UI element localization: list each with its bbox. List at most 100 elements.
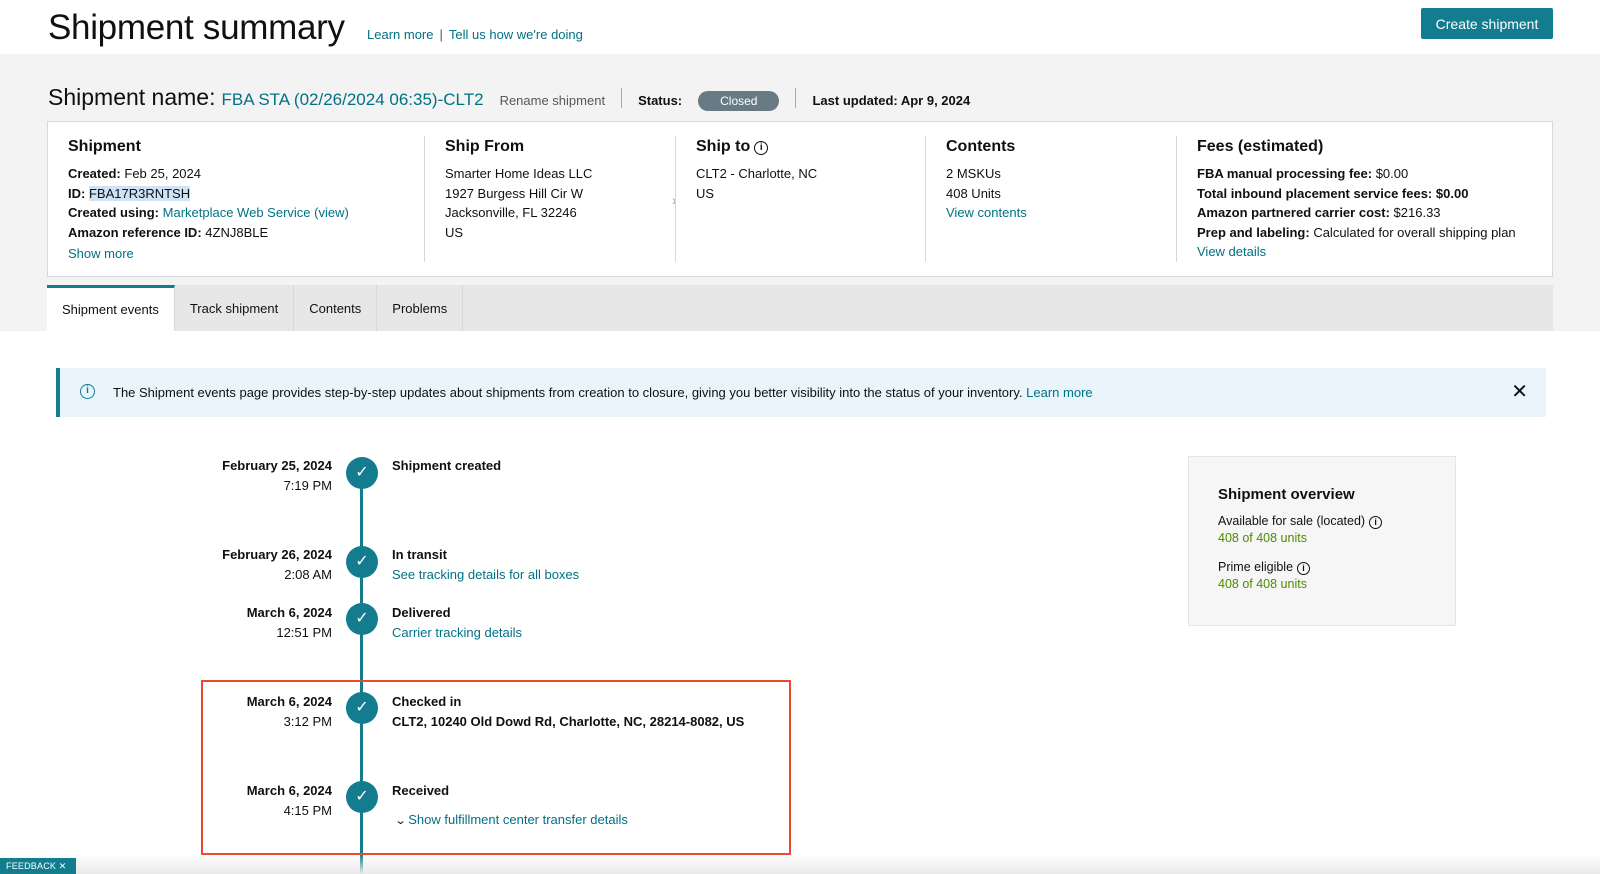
carrier-cost-label: Amazon partnered carrier cost: [1197, 205, 1390, 220]
ship-from-line: 1927 Burgess Hill Cir W [445, 185, 583, 201]
alert-learn-more-link[interactable]: Learn more [1026, 385, 1092, 400]
divider [621, 87, 623, 108]
ship-to-line: CLT2 - Charlotte, NC [696, 166, 818, 181]
ship-from-column: Ship From Smarter Home Ideas LLC 1927 Bu… [445, 138, 665, 262]
event-date-text: March 6, 2024 [246, 605, 332, 620]
reference-id-value: 4ZNJ8BLE [205, 224, 269, 240]
check-icon: ✓ [346, 457, 378, 489]
manual-fee-value: $0.00 [1375, 166, 1409, 181]
tab-contents[interactable]: Contents [294, 285, 378, 331]
check-icon: ✓ [346, 546, 378, 578]
info-icon[interactable]: i [1369, 516, 1383, 529]
tab-shipment-events[interactable]: Shipment events [47, 285, 175, 331]
marketplace-web-service-link[interactable]: Marketplace Web Service (view) [163, 205, 349, 220]
msku-count: 2 MSKUs [946, 166, 1001, 181]
shipment-name-value[interactable]: FBA STA (02/26/2024 06:35)-CLT2 [221, 90, 483, 110]
close-icon[interactable]: ✕ [1511, 379, 1528, 404]
available-value: 408 of 408 units [1218, 531, 1307, 545]
event-details: Shipment created [392, 456, 501, 476]
shipment-heading: Shipment [68, 138, 141, 155]
placement-fee-label: Total inbound placement service fees: [1197, 185, 1433, 201]
view-details-link[interactable]: View details [1197, 244, 1266, 259]
status-label: Status: [638, 93, 683, 108]
carrier-tracking-link[interactable]: Carrier tracking details [392, 625, 522, 640]
prime-value: 408 of 408 units [1218, 577, 1307, 591]
event-date-text: February 26, 2024 [222, 547, 332, 562]
show-more-link[interactable]: Show more [68, 246, 134, 261]
feedback-link[interactable]: Tell us how we're doing [449, 27, 583, 42]
ship-to-line: US [696, 185, 715, 201]
check-icon: ✓ [346, 603, 378, 635]
ship-to-column: Ship to i CLT2 - Charlotte, NC US [696, 138, 916, 262]
tab-track-shipment[interactable]: Track shipment [175, 285, 295, 331]
column-divider [675, 136, 676, 262]
id-label: ID: [68, 185, 86, 201]
prep-label: Prep and labeling: [1197, 224, 1310, 240]
ship-from-line: Jacksonville, FL 32246 [445, 205, 577, 220]
shipment-name-label: Shipment name: [48, 84, 216, 110]
event-date: March 6, 2024 12:51 PM [132, 603, 332, 642]
create-shipment-button[interactable]: Create shipment [1421, 8, 1553, 39]
event-title: Shipment created [392, 458, 502, 473]
info-icon[interactable]: i [754, 141, 769, 155]
ship-from-line: Smarter Home Ideas LLC [445, 166, 593, 181]
shipment-column: Shipment Created: Feb 25, 2024 ID: FBA17… [68, 138, 408, 262]
column-divider [925, 136, 926, 262]
event-time-text: 7:19 PM [283, 477, 332, 493]
bottom-fade [0, 854, 1600, 874]
shipment-overview-panel: Shipment overview Available for sale (lo… [1188, 456, 1456, 626]
fees-column: Fees (estimated) FBA manual processing f… [1197, 138, 1537, 262]
created-using-label: Created using: [68, 205, 160, 220]
manual-fee-label: FBA manual processing fee: [1197, 166, 1373, 181]
column-divider [424, 136, 425, 262]
event-title: In transit [392, 547, 447, 562]
created-label: Created: [68, 166, 121, 181]
highlight-box [201, 680, 791, 855]
event-date: February 26, 2024 2:08 AM [132, 545, 332, 584]
event-details: In transit See tracking details for all … [392, 545, 579, 584]
reference-id-label: Amazon reference ID: [68, 224, 202, 240]
ship-from-heading: Ship From [445, 138, 525, 155]
info-icon: i [80, 384, 95, 399]
alert-message: The Shipment events page provides step-b… [113, 385, 1093, 400]
overview-title: Shipment overview [1218, 486, 1355, 503]
tab-problems[interactable]: Problems [377, 285, 464, 331]
rename-shipment-link[interactable]: Rename shipment [500, 93, 606, 108]
shipment-id-value: FBA17R3RNTSH [88, 185, 191, 201]
carrier-cost-value: $216.33 [1393, 205, 1441, 220]
view-contents-link[interactable]: View contents [946, 205, 1027, 220]
shipment-info-card: Shipment Created: Feb 25, 2024 ID: FBA17… [47, 121, 1553, 277]
event-time-text: 2:08 AM [284, 566, 332, 582]
event-time-text: 12:51 PM [276, 624, 332, 640]
page-title: Shipment summary [48, 8, 345, 47]
prep-value: Calculated for overall shipping plan [1313, 224, 1516, 240]
available-label: Available for sale (located) [1218, 514, 1366, 528]
contents-heading: Contents [946, 138, 1016, 155]
tab-bar: Shipment events Track shipment Contents … [47, 285, 1553, 331]
column-divider [1176, 136, 1177, 262]
shipment-name-row: Shipment name: FBA STA (02/26/2024 06:35… [48, 84, 970, 111]
page-header: Shipment summary Learn more | Tell us how … [0, 0, 1600, 54]
link-separator: | [439, 27, 443, 42]
info-icon[interactable]: i [1297, 562, 1311, 575]
fees-heading: Fees (estimated) [1197, 138, 1324, 155]
alert-text: The Shipment events page provides step-b… [113, 385, 1023, 400]
created-value: Feb 25, 2024 [124, 166, 201, 181]
prime-label: Prime eligible [1218, 560, 1294, 574]
divider [795, 87, 797, 108]
feedback-tab[interactable]: FEEDBACK ✕ [0, 858, 76, 874]
event-date: February 25, 2024 7:19 PM [132, 456, 332, 495]
unit-count: 408 Units [946, 185, 1001, 201]
placement-fee-value: $0.00 [1435, 185, 1469, 201]
event-date-text: February 25, 2024 [222, 458, 332, 473]
event-title: Delivered [392, 605, 451, 620]
contents-column: Contents 2 MSKUs 408 Units View contents [946, 138, 1166, 262]
ship-from-line: US [445, 224, 464, 240]
learn-more-link[interactable]: Learn more [367, 27, 433, 42]
event-details: Delivered Carrier tracking details [392, 603, 522, 642]
header-links: Learn more | Tell us how we're doing [367, 27, 583, 42]
tracking-details-link[interactable]: See tracking details for all boxes [392, 567, 579, 582]
status-badge: Closed [698, 91, 780, 111]
info-alert: i The Shipment events page provides step… [56, 368, 1546, 417]
last-updated: Last updated: Apr 9, 2024 [812, 93, 971, 108]
